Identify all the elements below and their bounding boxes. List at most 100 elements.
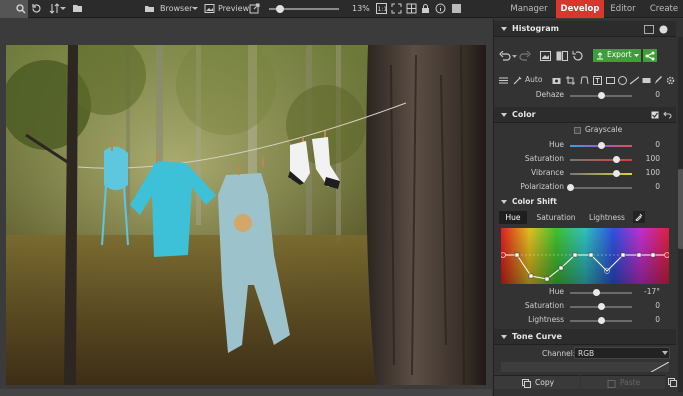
copy-button[interactable]: Copy xyxy=(494,375,580,389)
chevron-down-icon[interactable] xyxy=(192,3,198,14)
vibrance-slider-handle[interactable] xyxy=(613,170,620,177)
tab-develop[interactable]: Develop xyxy=(556,0,604,18)
export-label: Export xyxy=(607,50,632,59)
grayscale-checkbox[interactable] xyxy=(574,127,581,134)
browser-icon[interactable] xyxy=(144,3,155,14)
tab-hue[interactable]: Hue xyxy=(499,211,527,224)
dehaze-row: Dehaze 0 xyxy=(494,89,676,103)
undo-dropdown-icon[interactable] xyxy=(512,51,517,61)
channel-label: Channel: xyxy=(542,349,576,358)
shift-saturation-slider-handle[interactable] xyxy=(597,303,605,310)
magic-wand-icon[interactable] xyxy=(513,76,522,85)
reset-icon[interactable] xyxy=(572,51,584,61)
tab-saturation[interactable]: Saturation xyxy=(533,211,579,224)
polarization-label: Polarization xyxy=(520,182,564,191)
zoom-1to1-icon[interactable]: 1:1 xyxy=(376,3,387,14)
ellipse-tool-icon[interactable] xyxy=(618,76,627,85)
polarization-slider-handle[interactable] xyxy=(566,184,574,191)
brush-tool-icon[interactable] xyxy=(654,76,663,85)
search-icon xyxy=(16,4,26,14)
open-external-icon[interactable] xyxy=(249,3,260,14)
compare-icon[interactable] xyxy=(540,51,551,61)
camera-icon[interactable] xyxy=(552,76,561,85)
channel-select[interactable]: RGB xyxy=(574,347,670,359)
fit-screen-icon[interactable] xyxy=(391,3,402,14)
saturation-slider-handle[interactable] xyxy=(613,156,620,163)
panel-scrollbar-thumb[interactable] xyxy=(678,169,683,249)
fullscreen-icon[interactable] xyxy=(451,3,462,14)
lock-icon[interactable] xyxy=(420,3,431,14)
sort-icon[interactable] xyxy=(49,3,60,14)
preview-icon[interactable] xyxy=(204,3,215,14)
before-after-icon[interactable] xyxy=(556,51,568,61)
rectangle-tool-icon[interactable] xyxy=(606,76,615,85)
histogram-header[interactable]: Histogram xyxy=(494,21,676,37)
polarization-value: 0 xyxy=(655,182,660,191)
collapse-icon[interactable] xyxy=(501,200,507,204)
grayscale-label: Grayscale xyxy=(585,125,623,134)
collapse-icon[interactable] xyxy=(501,113,507,117)
hue-slider-handle[interactable] xyxy=(597,142,605,149)
section-reset-icon[interactable] xyxy=(663,111,672,119)
tone-curve-header[interactable]: Tone Curve xyxy=(494,329,676,345)
copy-settings-icon[interactable] xyxy=(668,378,677,387)
share-button[interactable] xyxy=(643,49,657,62)
shift-saturation-label: Saturation xyxy=(524,301,564,310)
gradient-tool-icon[interactable] xyxy=(642,76,651,85)
polarization-slider[interactable] xyxy=(570,187,632,189)
hue-value: 0 xyxy=(655,140,660,149)
crop-icon[interactable] xyxy=(566,76,575,85)
tab-lightness[interactable]: Lightness xyxy=(586,211,628,224)
collapse-icon[interactable] xyxy=(501,27,507,31)
eyedropper-icon xyxy=(635,213,643,221)
refresh-icon[interactable] xyxy=(31,3,42,14)
filmstrip-toggle-bar[interactable] xyxy=(0,389,492,396)
tab-editor[interactable]: Editor xyxy=(604,0,642,18)
info-icon[interactable] xyxy=(435,3,446,14)
photo-canvas[interactable] xyxy=(6,45,486,385)
sliders-icon[interactable] xyxy=(499,76,508,85)
shift-lightness-slider-handle[interactable] xyxy=(597,317,605,324)
shift-hue-slider[interactable] xyxy=(570,292,632,294)
color-header[interactable]: Color xyxy=(494,107,676,123)
copy-label: Copy xyxy=(535,378,555,387)
svg-text:1:1: 1:1 xyxy=(378,6,388,13)
zoom-slider-handle[interactable] xyxy=(276,5,284,13)
color-shift-header[interactable]: Color Shift xyxy=(494,195,676,209)
undo-icon[interactable] xyxy=(499,51,511,61)
tab-manager[interactable]: Manager xyxy=(504,0,554,18)
export-button[interactable]: Export xyxy=(593,49,641,62)
redo-icon[interactable] xyxy=(519,51,531,61)
saturation-slider[interactable] xyxy=(570,159,632,161)
line-tool-icon[interactable] xyxy=(630,76,639,85)
shift-hue-label: Hue xyxy=(548,287,564,296)
transform-icon[interactable] xyxy=(580,76,589,85)
gear-icon[interactable] xyxy=(666,76,675,85)
preview-button[interactable]: Preview xyxy=(218,2,249,16)
settings-dot-icon[interactable] xyxy=(659,25,668,34)
grid-icon[interactable] xyxy=(406,3,417,14)
section-enable-checkbox[interactable] xyxy=(651,111,659,119)
tab-create[interactable]: Create xyxy=(645,0,683,18)
eyedropper-button[interactable] xyxy=(633,211,645,223)
folder-icon[interactable] xyxy=(72,3,83,14)
color-saturation-row: Saturation 100 xyxy=(494,153,676,167)
chevron-down-icon[interactable] xyxy=(60,3,66,14)
vibrance-label: Vibrance xyxy=(531,168,564,177)
collapse-icon[interactable] xyxy=(501,335,507,339)
saturation-value: 100 xyxy=(645,154,660,163)
paste-button[interactable]: Paste xyxy=(581,375,665,389)
copy-icon xyxy=(522,379,531,388)
tone-curve-editor[interactable] xyxy=(501,361,670,373)
shift-hue-slider-handle[interactable] xyxy=(592,289,600,296)
browser-button[interactable]: Browser xyxy=(160,2,192,16)
vibrance-slider[interactable] xyxy=(570,173,632,175)
text-tool-icon[interactable] xyxy=(593,76,602,85)
histogram-mode-icon[interactable] xyxy=(644,25,654,34)
shift-lightness-value: 0 xyxy=(655,315,660,324)
hue-curve-editor[interactable] xyxy=(500,228,670,284)
search-field[interactable] xyxy=(0,0,28,18)
dehaze-slider-handle[interactable] xyxy=(597,92,605,99)
chevron-down-icon[interactable] xyxy=(634,53,639,59)
auto-button[interactable]: Auto xyxy=(525,75,542,84)
